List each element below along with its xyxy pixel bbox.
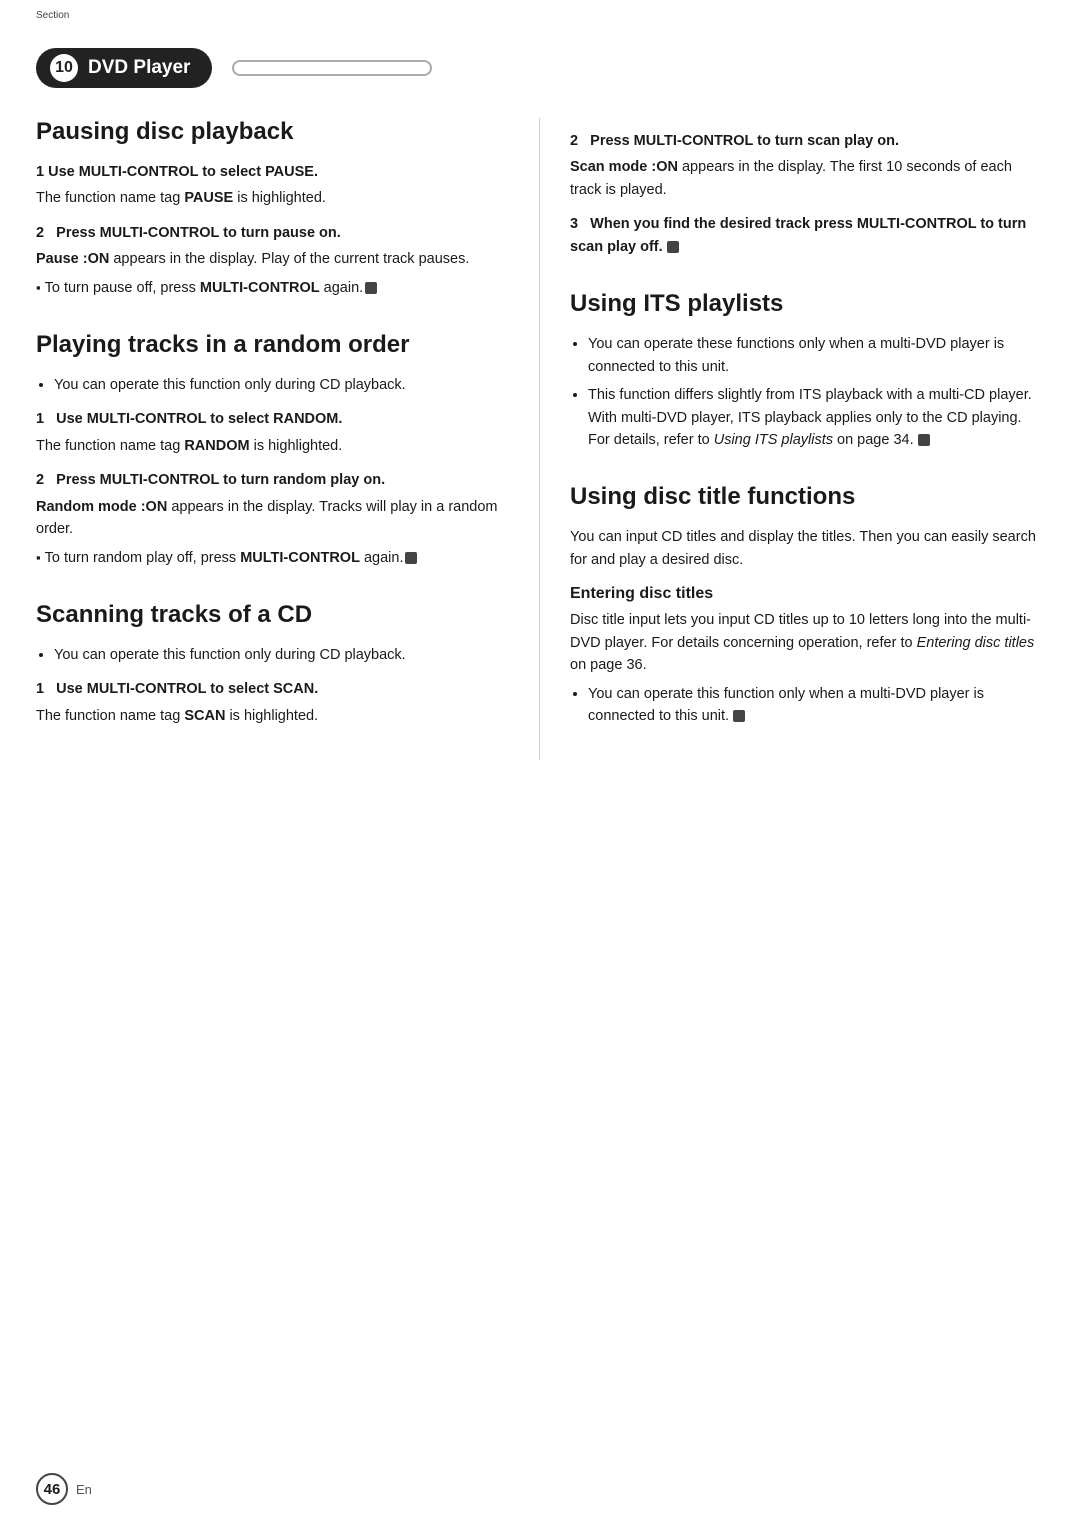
page-footer: 46 En (36, 1473, 92, 1505)
pausing-title: Pausing disc playback (36, 118, 509, 147)
playing-note-text: To turn random play off, press MULTI-CON… (45, 547, 418, 569)
pausing-disc-playback-section: Pausing disc playback 1 Use MULTI-CONTRO… (36, 118, 509, 299)
end-symbol-2 (405, 552, 417, 564)
section-label: Section (36, 10, 69, 21)
section-badge: 10 DVD Player (36, 48, 212, 88)
scanning-step2-para: Scan mode :ON appears in the display. Th… (570, 156, 1044, 201)
playing-note-bullet: ▪ (36, 548, 41, 568)
using-disc-title-title: Using disc title functions (570, 483, 1044, 512)
right-column: 2 Press MULTI-CONTROL to turn scan play … (540, 118, 1044, 760)
playing-tracks-bullets: You can operate this function only durin… (54, 374, 509, 396)
section-number: 10 (50, 54, 78, 82)
end-symbol-4 (918, 434, 930, 446)
playing-step2-heading: 2 Press MULTI-CONTROL to turn random pla… (36, 469, 509, 491)
pausing-note-bullet: ▪ (36, 278, 41, 298)
scanning-tracks-title: Scanning tracks of a CD (36, 601, 509, 630)
left-column: Pausing disc playback 1 Use MULTI-CONTRO… (36, 118, 540, 760)
scanning-step2-heading: 2 Press MULTI-CONTROL to turn scan play … (570, 130, 1044, 152)
pausing-note-text: To turn pause off, press MULTI-CONTROL a… (45, 277, 378, 299)
using-its-bullets: You can operate these functions only whe… (588, 333, 1044, 451)
entering-disc-titles-intro: Disc title input lets you input CD title… (570, 609, 1044, 676)
scanning-tracks-section: Scanning tracks of a CD You can operate … (36, 601, 509, 727)
playing-note: ▪ To turn random play off, press MULTI-C… (36, 547, 509, 569)
playing-tracks-section: Playing tracks in a random order You can… (36, 331, 509, 569)
end-symbol (365, 282, 377, 294)
pausing-step2-para: Pause :ON appears in the display. Play o… (36, 248, 509, 270)
scanning-bullet1: You can operate this function only durin… (54, 644, 509, 666)
using-its-bullet1: You can operate these functions only whe… (588, 333, 1044, 378)
language-label: En (76, 1482, 92, 1497)
end-symbol-5 (733, 710, 745, 722)
entering-disc-bullets: You can operate this function only when … (588, 683, 1044, 728)
playing-step1-heading: 1 Use MULTI-CONTROL to select RANDOM. (36, 408, 509, 430)
using-its-section: Using ITS playlists You can operate thes… (570, 290, 1044, 451)
page-number: 46 (36, 1473, 68, 1505)
using-its-bullet2: This function differs slightly from ITS … (588, 384, 1044, 451)
playing-tracks-bullet1: You can operate this function only durin… (54, 374, 509, 396)
entering-disc-titles-heading: Entering disc titles (570, 585, 1044, 603)
pausing-step1-text: The function name tag PAUSE is highlight… (36, 187, 509, 209)
using-disc-title-section: Using disc title functions You can input… (570, 483, 1044, 727)
using-disc-title-intro: You can input CD titles and display the … (570, 526, 1044, 571)
playing-step1-text: The function name tag RANDOM is highligh… (36, 435, 509, 457)
scanning-step1-heading: 1 Use MULTI-CONTROL to select SCAN. (36, 678, 509, 700)
pausing-note: ▪ To turn pause off, press MULTI-CONTROL… (36, 277, 509, 299)
playing-tracks-title: Playing tracks in a random order (36, 331, 509, 360)
pausing-step2-heading: 2 Press MULTI-CONTROL to turn pause on. (36, 222, 509, 244)
scanning-step1-text: The function name tag SCAN is highlighte… (36, 705, 509, 727)
playing-step2-para: Random mode :ON appears in the display. … (36, 496, 509, 541)
scanning-continued-section: 2 Press MULTI-CONTROL to turn scan play … (570, 130, 1044, 258)
end-symbol-3 (667, 241, 679, 253)
right-header-box (232, 60, 432, 76)
scanning-step3-heading: 3 When you find the desired track press … (570, 213, 1044, 258)
pausing-step1-heading: 1 Use MULTI-CONTROL to select PAUSE. (36, 161, 509, 183)
scanning-bullets: You can operate this function only durin… (54, 644, 509, 666)
entering-disc-bullet1: You can operate this function only when … (588, 683, 1044, 728)
using-its-title: Using ITS playlists (570, 290, 1044, 319)
section-title: DVD Player (88, 57, 190, 79)
